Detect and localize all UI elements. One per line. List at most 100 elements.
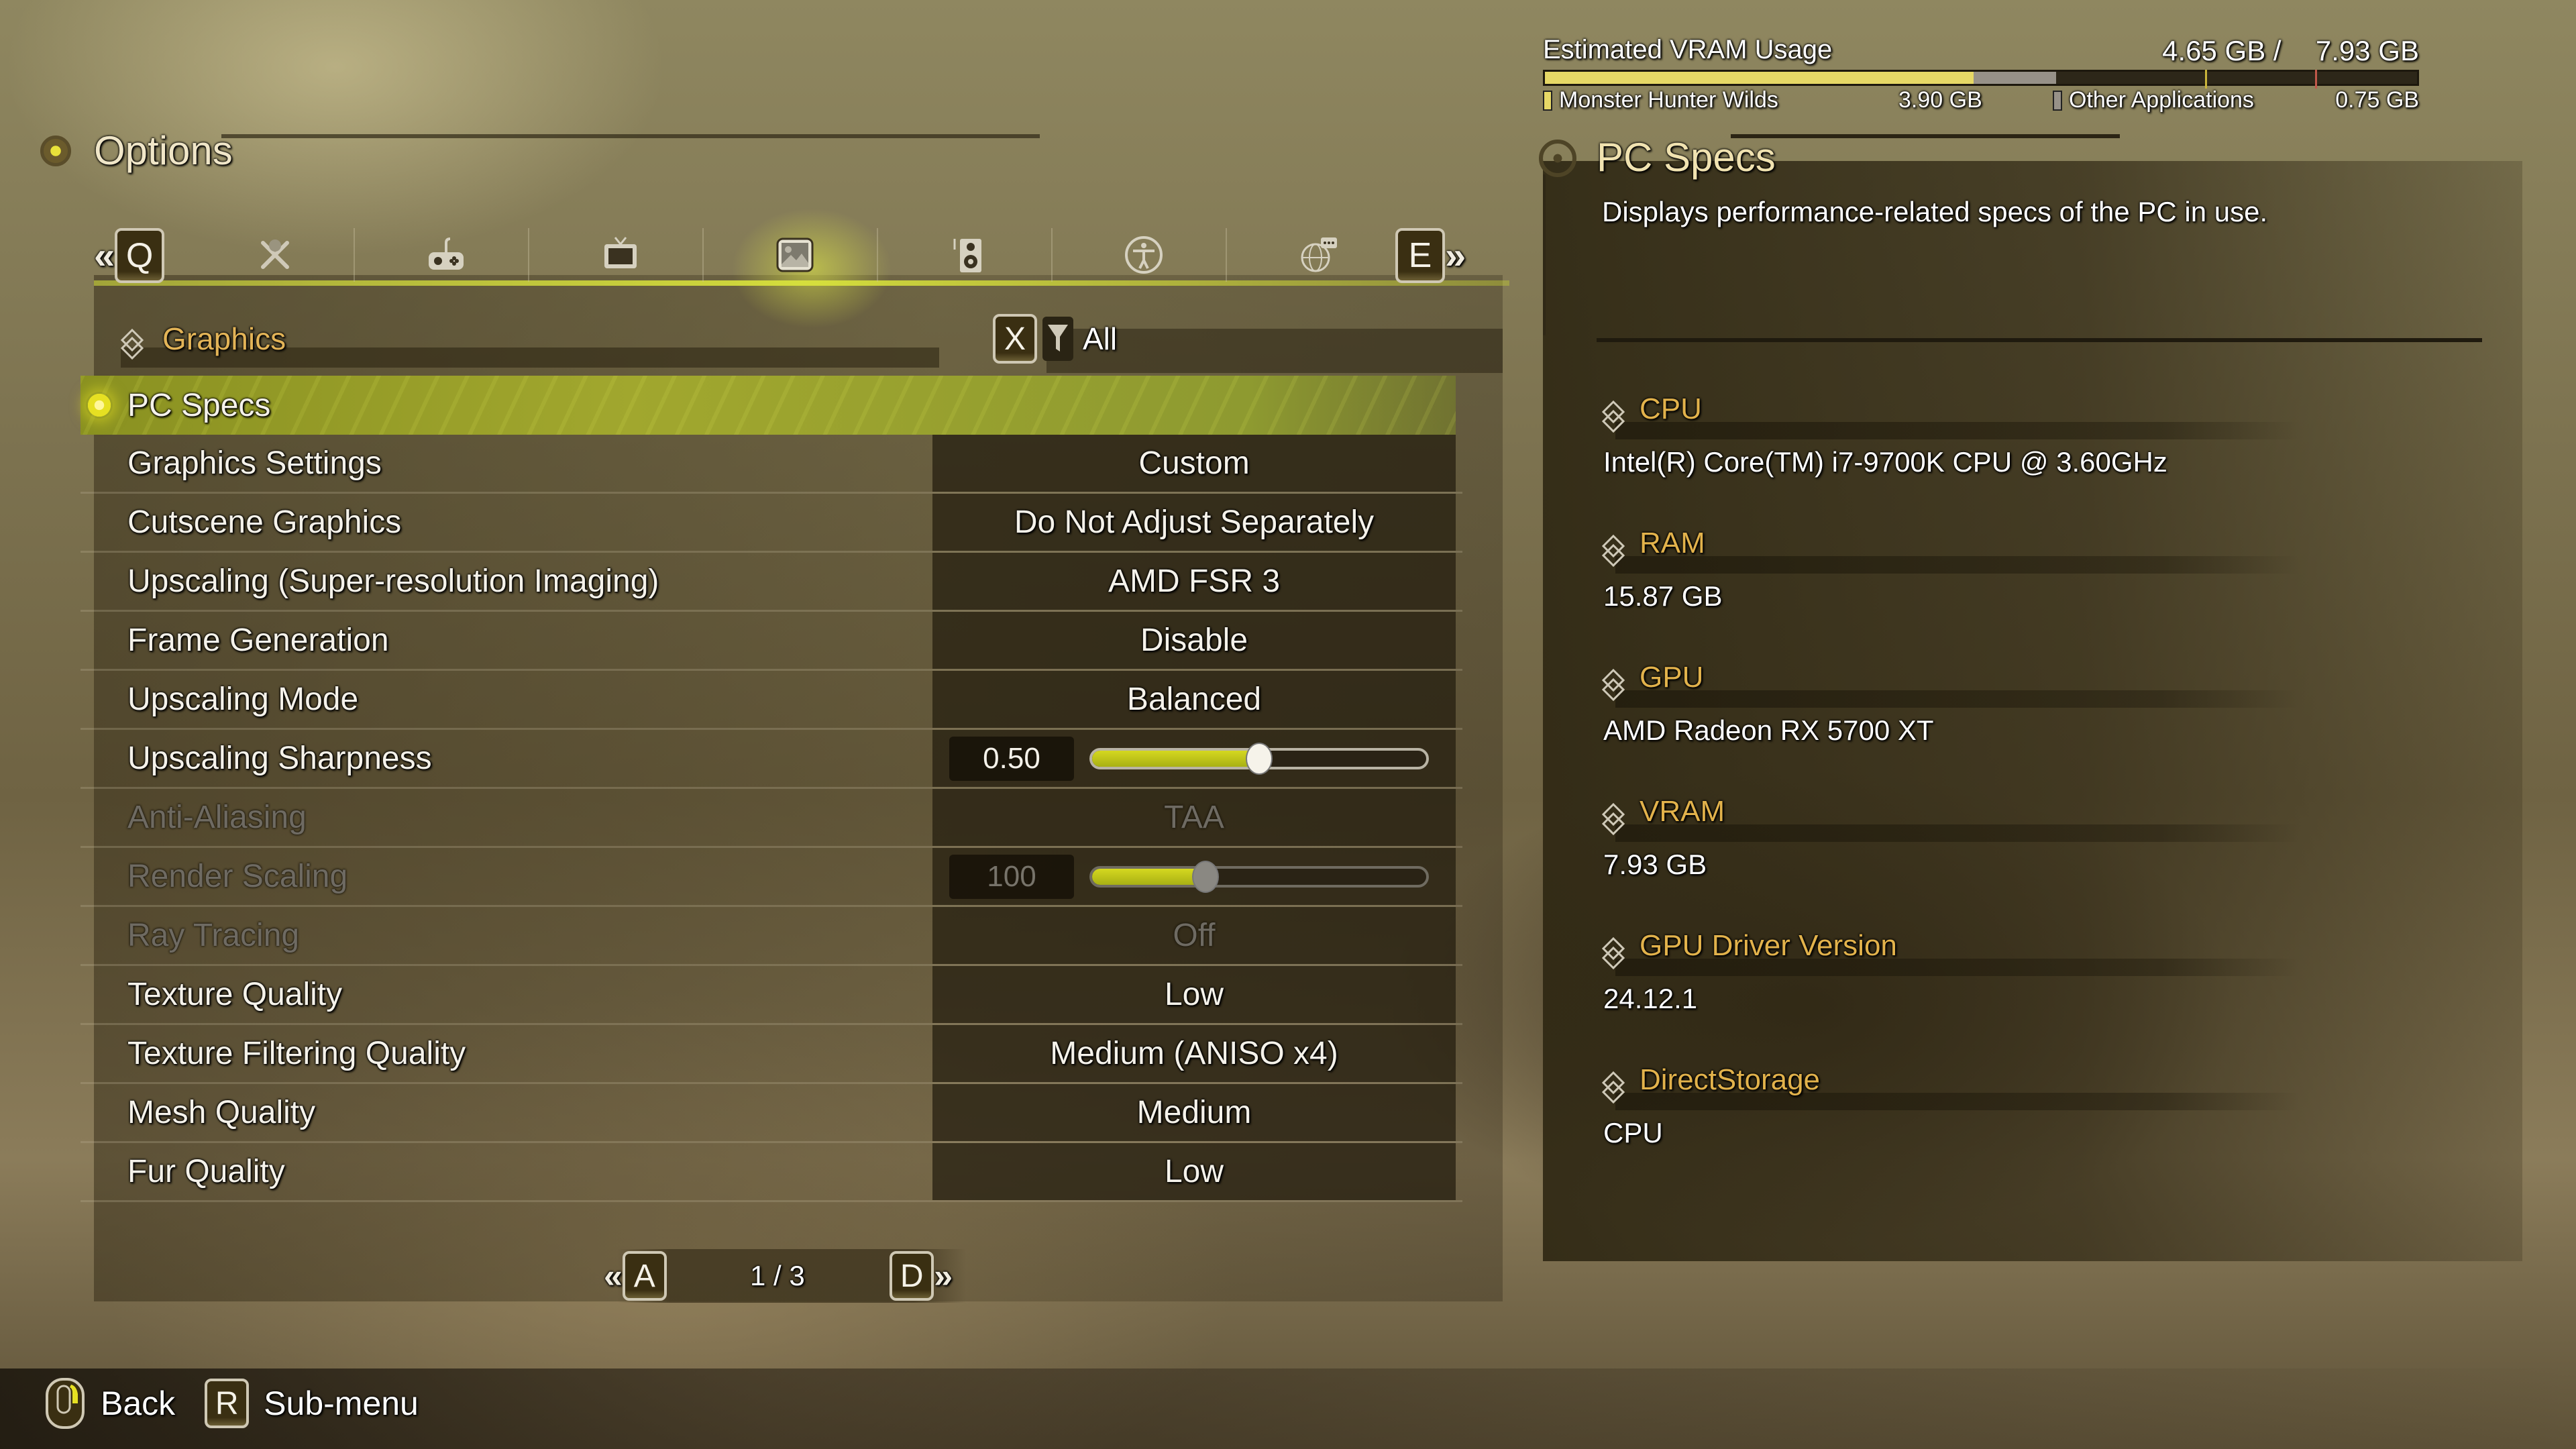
setting-label: Graphics Settings — [127, 445, 382, 481]
legend-swatch — [2053, 90, 2062, 111]
setting-value[interactable]: Low — [932, 1153, 1456, 1190]
speaker-icon — [953, 239, 981, 272]
tab-basic-settings[interactable] — [241, 221, 309, 288]
sharpness-slider[interactable] — [1089, 742, 1429, 775]
settings-row-frame-generation[interactable]: Frame Generation Disable — [80, 612, 1462, 671]
back-button[interactable]: Back — [101, 1384, 175, 1423]
mouse-right-click-icon — [46, 1378, 85, 1429]
tab-display[interactable] — [587, 221, 654, 288]
panel-decor-line — [1543, 174, 1546, 335]
settings-row-upscaling[interactable]: Upscaling (Super-resolution Imaging) AMD… — [80, 553, 1462, 612]
spec-value: CPU — [1603, 1117, 1663, 1148]
setting-value: Off — [1173, 918, 1216, 953]
setting-value[interactable]: Balanced — [932, 681, 1456, 718]
spec-ram: RAM 15.87 GB — [1602, 527, 2474, 647]
setting-value[interactable]: AMD FSR 3 — [932, 563, 1456, 600]
setting-label: Frame Generation — [127, 623, 389, 658]
settings-row-mesh-quality[interactable]: Mesh Quality Medium — [80, 1084, 1462, 1143]
spec-gpu-driver: GPU Driver Version 24.12.1 — [1602, 929, 2474, 1050]
setting-value[interactable]: Low — [932, 976, 1456, 1013]
tab-audio[interactable] — [936, 221, 1003, 288]
settings-row-pc-specs[interactable]: PC Specs — [80, 376, 1462, 435]
settings-row-upscaling-sharpness[interactable]: Upscaling Sharpness 0.50 — [80, 730, 1462, 789]
tab-language[interactable] — [1285, 221, 1352, 288]
vram-segment-other — [1974, 72, 2057, 84]
spec-vram: VRAM 7.93 GB — [1602, 795, 2474, 916]
details-panel: PC Specs Displays performance-related sp… — [1539, 134, 2522, 1275]
settings-row-fur-quality[interactable]: Fur Quality Low — [80, 1143, 1462, 1202]
diamond-knot-icon — [1602, 535, 1625, 567]
settings-row-texture-quality[interactable]: Texture Quality Low — [80, 966, 1462, 1025]
page-title: Options — [94, 128, 233, 173]
vram-title: Estimated VRAM Usage — [1543, 35, 1833, 64]
legend-other: Other Applications — [2053, 87, 2254, 113]
setting-value[interactable]: Disable — [932, 622, 1456, 659]
vram-used: 4.65 GB / — [2162, 35, 2282, 66]
vram-bar — [1543, 70, 2419, 89]
page-next-key[interactable]: D — [890, 1251, 934, 1301]
spec-value: 24.12.1 — [1603, 983, 1698, 1014]
setting-value[interactable]: Medium — [932, 1094, 1456, 1131]
setting-label: Upscaling Sharpness — [127, 741, 432, 776]
legend-label: Other Applications — [2069, 87, 2254, 113]
setting-value[interactable]: Medium (ANISO x4) — [932, 1035, 1456, 1072]
setting-label: Render Scaling — [127, 859, 348, 894]
footer-controls: Back R Sub-menu — [44, 1377, 433, 1430]
spec-label: GPU — [1640, 661, 1704, 694]
settings-row-render-scaling: Render Scaling 100 — [80, 848, 1462, 907]
slider-handle[interactable] — [1246, 742, 1273, 775]
tab-next-key[interactable]: E — [1395, 228, 1445, 283]
page-prev-key[interactable]: A — [622, 1251, 667, 1301]
diamond-knot-icon — [1602, 669, 1625, 701]
vram-total: 4.65 GB / 7.93 GB — [2162, 35, 2419, 67]
spec-cpu: CPU Intel(R) Core(TM) i7-9700K CPU @ 3.6… — [1602, 392, 2474, 513]
settings-row-texture-filtering[interactable]: Texture Filtering Quality Medium (ANISO … — [80, 1025, 1462, 1084]
vram-segment-game — [1545, 72, 1974, 84]
page-number: 1 / 3 — [750, 1260, 805, 1291]
setting-label: Upscaling Mode — [127, 682, 359, 717]
settings-row-cutscene-graphics[interactable]: Cutscene Graphics Do Not Adjust Separate… — [80, 494, 1462, 553]
tab-next[interactable]: E » — [1395, 228, 1466, 283]
slider-fill — [1092, 868, 1206, 885]
filter-key[interactable]: X — [993, 314, 1037, 364]
vram-legend: Monster Hunter Wilds 3.90 GB Other Appli… — [1543, 87, 2419, 119]
gamepad-icon — [429, 237, 464, 270]
slider-handle — [1192, 860, 1220, 893]
double-chevron-right-icon: » — [934, 1257, 953, 1295]
spec-label: RAM — [1640, 527, 1705, 559]
double-chevron-left-icon: « — [604, 1257, 623, 1295]
spec-value: 15.87 GB — [1603, 580, 1723, 612]
setting-label: Fur Quality — [127, 1154, 285, 1189]
submenu-key[interactable]: R — [205, 1379, 250, 1428]
spec-value: AMD Radeon RX 5700 XT — [1603, 714, 1934, 746]
slider-value: 0.50 — [949, 736, 1074, 781]
category-tab-bar: « Q E » — [94, 221, 1509, 295]
tv-icon — [604, 237, 637, 268]
settings-row-upscaling-mode[interactable]: Upscaling Mode Balanced — [80, 671, 1462, 730]
tab-separator — [1226, 228, 1227, 282]
tab-separator — [1051, 228, 1053, 282]
tab-graphics[interactable] — [761, 221, 828, 288]
tab-controls[interactable] — [413, 221, 480, 288]
setting-value[interactable]: Do Not Adjust Separately — [932, 504, 1456, 541]
settings-row-graphics-settings[interactable]: Graphics Settings Custom — [80, 435, 1462, 494]
double-chevron-left-icon: « — [94, 234, 115, 276]
settings-list: PC Specs Graphics Settings Custom Cutsce… — [80, 376, 1462, 1202]
setting-label: Texture Quality — [127, 977, 343, 1012]
legend-value: 3.90 GB — [1898, 87, 1982, 113]
setting-label: Ray Tracing — [127, 918, 300, 953]
tab-accessibility[interactable] — [1110, 221, 1177, 288]
settings-row-ray-tracing: Ray Tracing Off — [80, 907, 1462, 966]
legend-game: Monster Hunter Wilds — [1543, 87, 1778, 113]
category-label: Graphics — [162, 321, 286, 356]
tab-prev[interactable]: « Q — [94, 228, 165, 283]
category-header: Graphics X All — [121, 309, 1503, 381]
filter-control[interactable]: X All — [993, 314, 1117, 364]
setting-label: Mesh Quality — [127, 1095, 316, 1130]
submenu-button[interactable]: Sub-menu — [264, 1384, 419, 1423]
tab-prev-key[interactable]: Q — [115, 228, 165, 283]
spec-label: DirectStorage — [1640, 1063, 1821, 1096]
setting-value[interactable]: Custom — [932, 445, 1456, 482]
spec-bar — [1615, 690, 2300, 708]
spec-directstorage: DirectStorage CPU — [1602, 1063, 2474, 1184]
